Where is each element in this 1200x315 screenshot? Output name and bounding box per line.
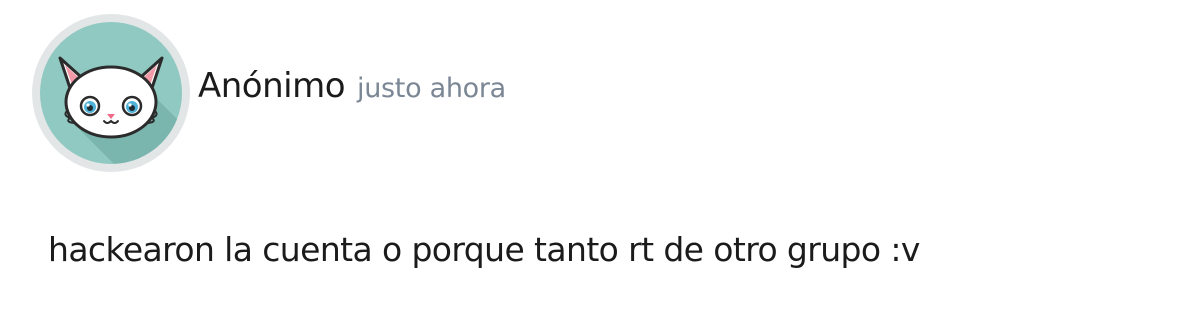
post-text: hackearon la cuenta o porque tanto rt de… bbox=[48, 230, 920, 269]
avatar[interactable] bbox=[32, 14, 190, 172]
anonymous-post: Anónimo justo ahora hackearon la cuenta … bbox=[0, 0, 1200, 315]
author-name[interactable]: Anónimo bbox=[198, 66, 346, 106]
white-cat-face-icon bbox=[40, 22, 182, 164]
post-timestamp: justo ahora bbox=[357, 73, 506, 104]
post-header: Anónimo justo ahora bbox=[198, 66, 506, 116]
